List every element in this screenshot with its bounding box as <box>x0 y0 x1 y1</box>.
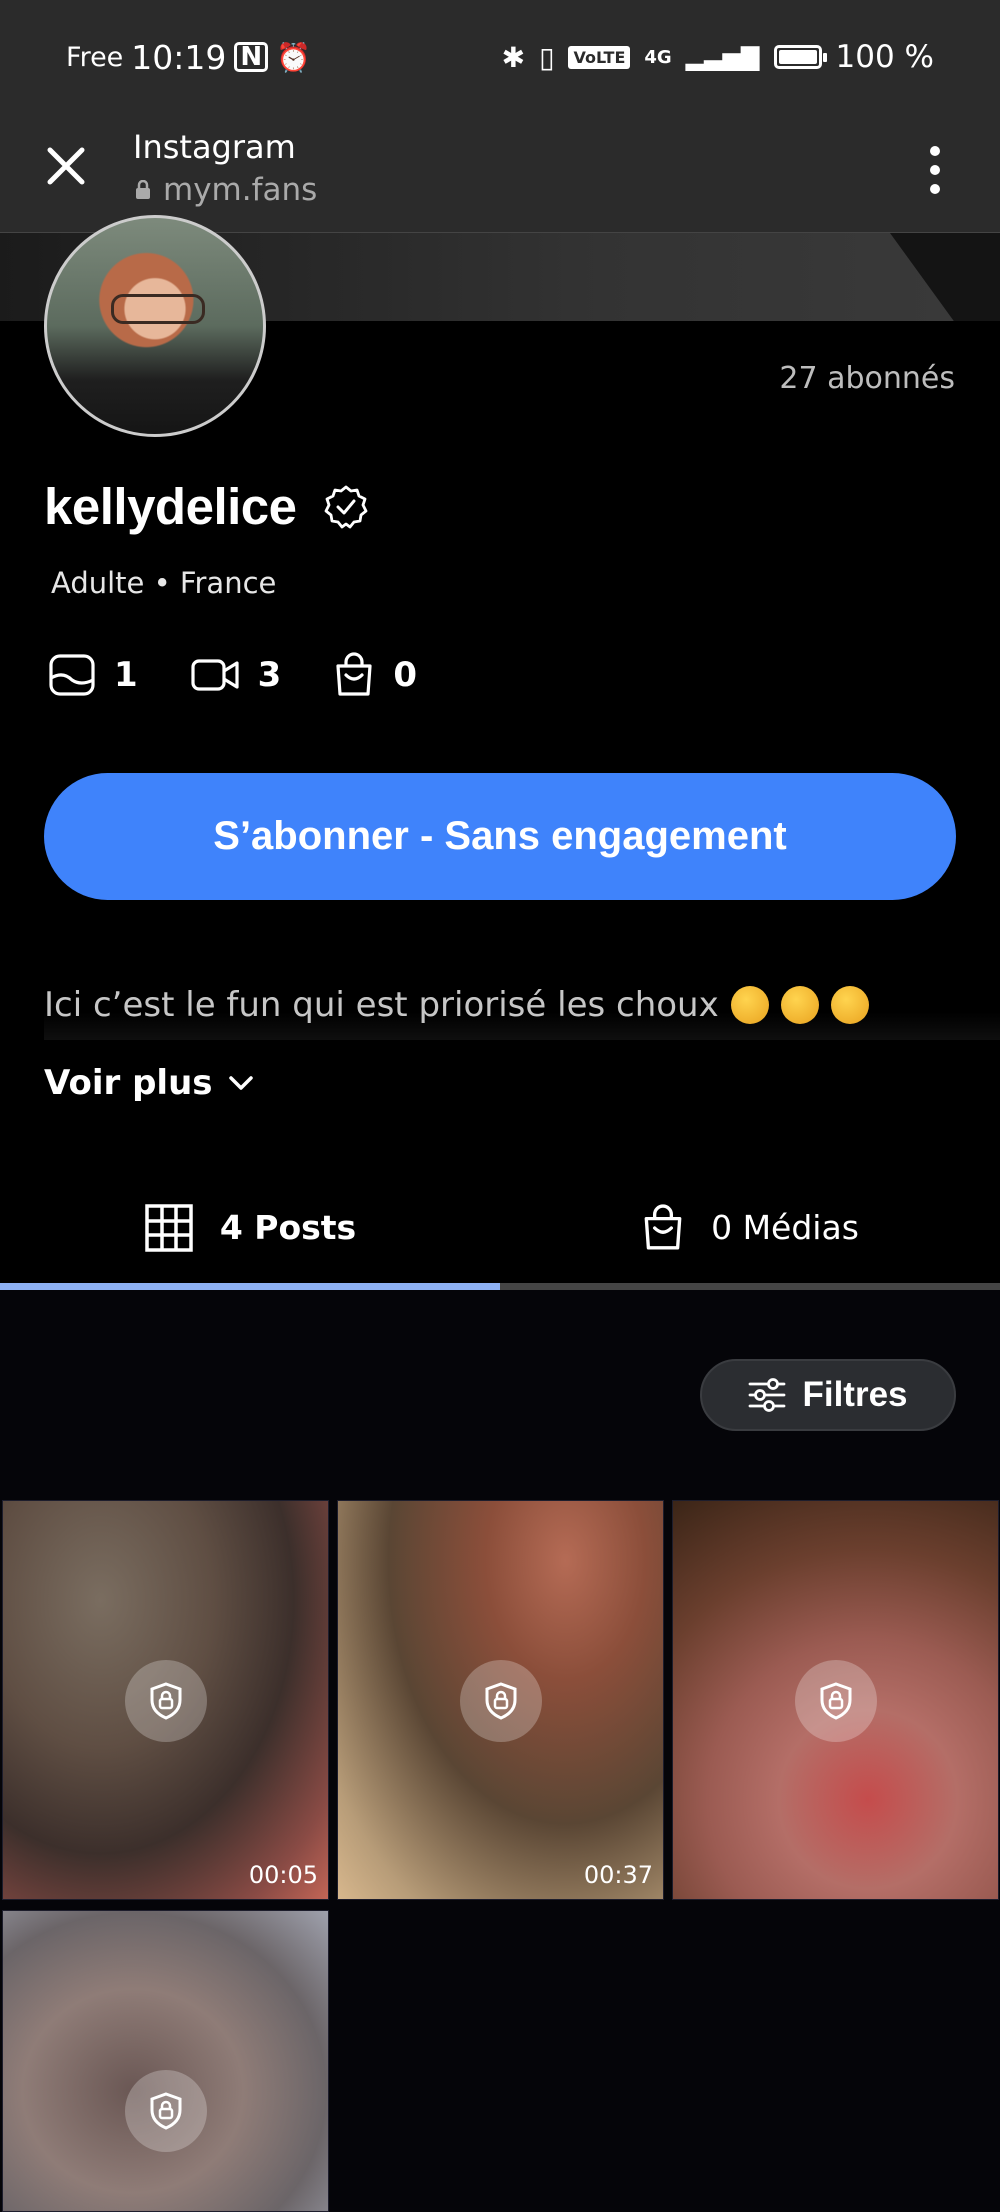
bluetooth-icon: ✱ <box>501 40 526 74</box>
stat-videos: 3 <box>190 655 282 695</box>
battery-fill <box>778 50 817 64</box>
video-icon <box>191 659 239 691</box>
profile-stats: 1 3 0 <box>48 652 469 698</box>
post-duration: 00:05 <box>248 1861 318 1889</box>
more-options-button[interactable] <box>912 140 958 200</box>
stat-photos-value: 1 <box>114 655 138 695</box>
shield-lock-icon <box>485 1682 516 1720</box>
browser-title: Instagram <box>133 128 296 166</box>
locked-icon <box>794 1660 877 1742</box>
status-bar-right: ✱ ▯ VoLTE 4G ▂▃▅▇ 100 % <box>502 39 934 75</box>
post-tile[interactable]: 00:37 <box>337 1500 664 1900</box>
stat-photos: 1 <box>48 653 138 697</box>
filters-label: Filtres <box>802 1375 908 1414</box>
locked-icon <box>124 2070 207 2152</box>
alarm-icon: ⏰ <box>276 40 312 74</box>
bio-text: Ici c’est le fun qui est priorisé les ch… <box>44 985 719 1025</box>
username-row: kellydelice <box>44 477 369 536</box>
tab-posts-label: 4 Posts <box>219 1208 357 1247</box>
verified-icon <box>324 485 367 528</box>
tab-medias-label: 0 Médias <box>711 1208 859 1247</box>
more-icon-dot <box>930 165 940 175</box>
winking-face-emoji-icon <box>780 986 819 1024</box>
bag-icon <box>644 1204 682 1249</box>
network-type: 4G <box>644 46 672 68</box>
show-more-button[interactable]: Voir plus <box>44 1063 255 1103</box>
tab-indicator-track <box>0 1283 1000 1290</box>
subscriber-count: 27 abonnés <box>779 361 955 396</box>
stat-purchases: 0 <box>333 652 417 698</box>
content-tabs: 4 Posts 0 Médias <box>0 1165 1000 1290</box>
show-more-label: Voir plus <box>44 1063 213 1103</box>
shield-lock-icon <box>150 1682 181 1720</box>
post-tile[interactable] <box>672 1500 999 1900</box>
browser-url: mym.fans <box>135 172 317 208</box>
chevron-down-icon <box>228 1076 253 1090</box>
more-icon-dot <box>930 184 940 194</box>
smirking-face-emoji-icon <box>830 986 869 1024</box>
stat-purchases-value: 0 <box>393 655 418 695</box>
banner-shape <box>890 233 1000 321</box>
carrier-name: Free <box>66 41 124 73</box>
locked-icon <box>459 1660 542 1742</box>
bag-icon <box>336 652 372 696</box>
shield-lock-icon <box>820 1682 851 1720</box>
volte-badge: VoLTE <box>568 45 631 69</box>
vibrate-icon: ▯ <box>539 40 555 74</box>
battery-percent: 100 % <box>835 39 934 75</box>
nfc-icon: N <box>234 42 269 72</box>
avatar-glasses <box>111 294 205 324</box>
close-icon <box>47 147 85 185</box>
subscribe-button[interactable]: S’abonner - Sans engagement <box>44 773 956 900</box>
sliders-icon <box>749 1378 786 1412</box>
photo-icon <box>49 654 95 696</box>
tab-posts[interactable]: 4 Posts <box>0 1165 500 1290</box>
grid-icon <box>145 1203 193 1252</box>
shield-lock-icon <box>150 2092 181 2130</box>
clock: 10:19 <box>131 37 227 77</box>
status-bar: Free 10:19 N ⏰ ✱ ▯ VoLTE 4G ▂▃▅▇ 100 % <box>0 0 1000 114</box>
close-button[interactable] <box>38 138 94 194</box>
lock-icon <box>136 180 150 199</box>
username: kellydelice <box>44 478 297 535</box>
signal-icon: ▂▃▅▇ <box>685 43 760 71</box>
profile-bio: Ici c’est le fun qui est priorisé les ch… <box>44 970 1000 1040</box>
post-duration: 00:37 <box>583 1861 653 1889</box>
filters-button[interactable]: Filtres <box>700 1359 956 1431</box>
tab-medias[interactable]: 0 Médias <box>500 1165 1000 1290</box>
shushing-face-emoji-icon <box>730 986 769 1024</box>
profile-tags: Adulte • France <box>51 566 277 600</box>
url-text: mym.fans <box>163 172 318 208</box>
post-tile[interactable] <box>2 1910 329 2212</box>
locked-icon <box>124 1660 207 1742</box>
status-bar-left: Free 10:19 N ⏰ <box>66 38 311 77</box>
avatar[interactable] <box>44 215 266 437</box>
post-tile[interactable]: 00:05 <box>2 1500 329 1900</box>
battery-icon <box>773 45 827 69</box>
tab-indicator <box>0 1283 500 1290</box>
more-icon-dot <box>930 146 940 156</box>
stat-videos-value: 3 <box>257 655 282 695</box>
